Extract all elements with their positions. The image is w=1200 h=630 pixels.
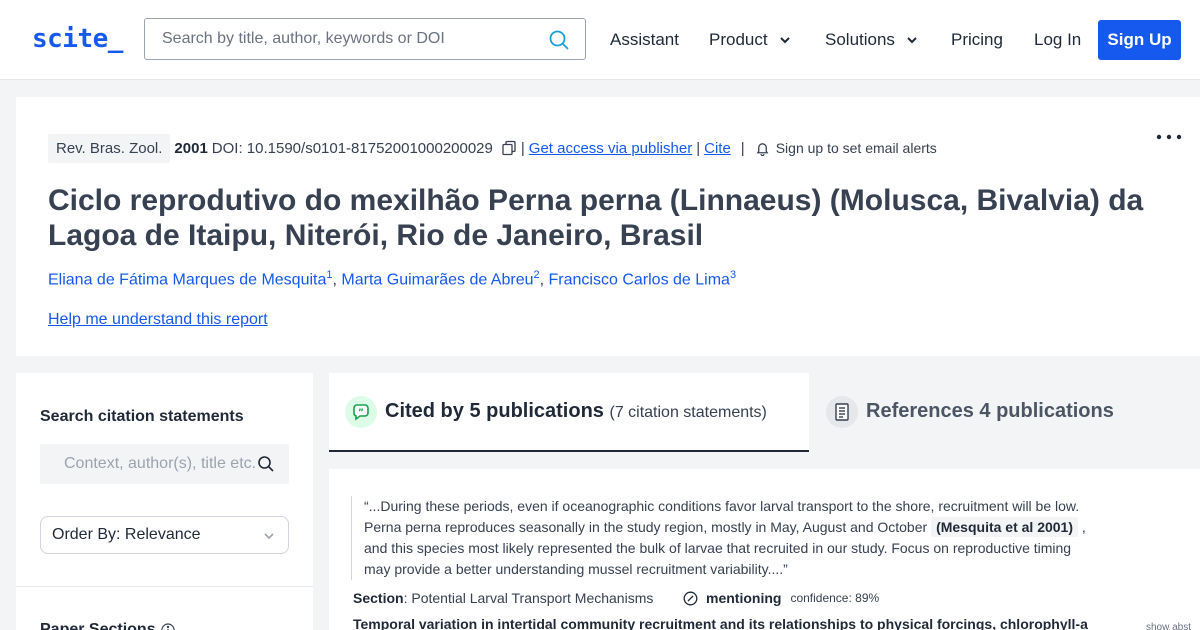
nav-login[interactable]: Log In	[1034, 30, 1081, 50]
journal-tag[interactable]: Rev. Bras. Zool.	[48, 133, 171, 163]
doi-text: DOI: 10.1590/s0101-81752001000200029	[211, 139, 493, 157]
separator: |	[696, 139, 701, 157]
help-understand-link[interactable]: Help me understand this report	[48, 311, 268, 329]
nav-solutions-menu[interactable]: Solutions	[825, 30, 919, 50]
nav-assistant[interactable]: Assistant	[610, 30, 679, 50]
order-by-value: Order By: Relevance	[52, 526, 201, 543]
search-icon[interactable]	[547, 28, 571, 52]
bell-icon[interactable]	[755, 141, 770, 156]
citation-reference-chip[interactable]: (Mesquita et al 2001)	[931, 517, 1078, 537]
citation-section: Section: Potential Larval Transport Mech…	[353, 590, 654, 606]
mentioning-icon	[683, 591, 698, 605]
chevron-down-icon	[907, 37, 917, 44]
citation-tabs: ” Cited by 5 publications (7 citation st…	[329, 373, 1200, 453]
author-link[interactable]: Marta Guimarães de Abreu	[341, 271, 533, 288]
paper-meta-row: Rev. Bras. Zool. 2001 DOI: 10.1590/s0101…	[48, 133, 937, 163]
global-search-box[interactable]	[144, 18, 586, 60]
citation-type-badge: mentioning confidence: 89%	[683, 590, 879, 606]
svg-text:”: ”	[358, 408, 364, 418]
document-list-icon	[826, 396, 858, 428]
more-options-icon[interactable]	[1156, 133, 1182, 141]
divider	[16, 586, 313, 587]
tab-references-label: References 4 publications	[866, 400, 1114, 422]
nav-pricing[interactable]: Pricing	[951, 30, 1003, 50]
citation-filter-sidebar: Search citation statements Order By: Rel…	[16, 373, 313, 630]
author-link[interactable]: Eliana de Fátima Marques de Mesquita	[48, 271, 326, 288]
author-list: Eliana de Fátima Marques de Mesquita1, M…	[48, 269, 736, 289]
quote-bubble-icon: ”	[345, 396, 377, 428]
chevron-down-icon	[779, 37, 790, 44]
author-separator: ,	[539, 271, 545, 289]
copy-icon[interactable]	[501, 140, 517, 156]
separator: |	[740, 139, 745, 157]
order-by-select[interactable]: Order By: Relevance	[40, 516, 289, 554]
tab-cited-by[interactable]: ” Cited by 5 publications (7 citation st…	[329, 373, 809, 452]
top-navigation-bar: scite_ Assistant Product Solutions Prici…	[0, 0, 1200, 80]
info-icon[interactable]	[161, 623, 175, 630]
search-icon[interactable]	[257, 455, 275, 473]
signup-button[interactable]: Sign Up	[1098, 20, 1181, 60]
chevron-down-icon	[264, 533, 274, 540]
global-search-input[interactable]	[145, 19, 540, 59]
tab-cited-by-label: Cited by 5 publications (7 citation stat…	[385, 400, 767, 422]
citing-paper-title[interactable]: Temporal variation in intertidal communi…	[353, 616, 1088, 630]
citation-search-box[interactable]	[40, 444, 289, 484]
nav-product-menu[interactable]: Product	[709, 30, 792, 50]
citation-statement-count: (7 citation statements)	[609, 404, 767, 421]
separator: |	[520, 139, 525, 157]
paper-title: Ciclo reprodutivo do mexilhão Perna pern…	[48, 184, 1144, 252]
paper-header-card: Rev. Bras. Zool. 2001 DOI: 10.1590/s0101…	[16, 97, 1200, 356]
paper-sections-heading: Paper Sections	[40, 621, 175, 630]
email-alerts-link[interactable]: Sign up to set email alerts	[776, 140, 937, 156]
confidence-score: confidence: 89%	[790, 591, 880, 605]
affiliation-number: 3	[729, 269, 737, 281]
author-separator: ,	[332, 271, 337, 289]
citation-search-input[interactable]	[40, 444, 256, 484]
get-access-link[interactable]: Get access via publisher	[529, 140, 692, 157]
tab-references[interactable]: References 4 publications	[810, 373, 1200, 452]
citation-statement-card: “...During these periods, even if oceano…	[329, 469, 1200, 630]
citation-quote: “...During these periods, even if oceano…	[351, 496, 1091, 580]
author-link[interactable]: Francisco Carlos de Lima	[549, 271, 730, 288]
show-abstract-link[interactable]: show abst	[1146, 622, 1191, 630]
scite-logo[interactable]: scite_	[32, 24, 123, 54]
cite-link[interactable]: Cite	[704, 140, 731, 157]
publication-year: 2001	[174, 139, 208, 157]
sidebar-heading: Search citation statements	[40, 408, 244, 425]
